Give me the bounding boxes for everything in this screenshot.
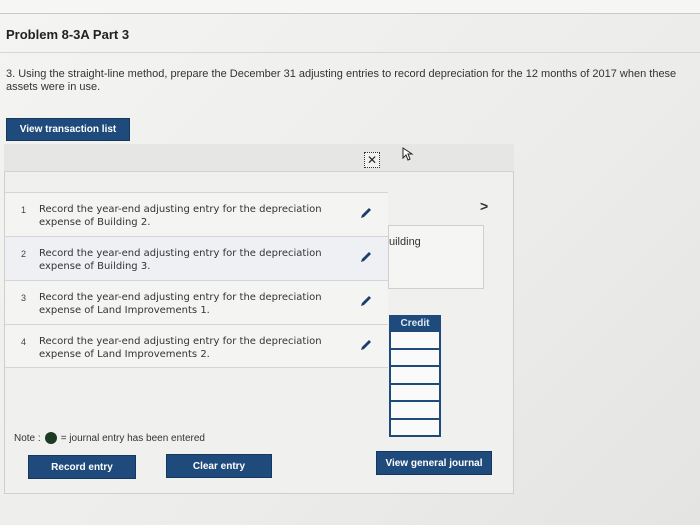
entry-number: 4: [21, 337, 27, 347]
mouse-cursor-icon: [402, 147, 414, 164]
note-prefix: Note :: [14, 432, 41, 444]
entered-dot-icon: [44, 432, 57, 444]
credit-input[interactable]: [389, 349, 441, 367]
entry-description: Record the year-end adjusting entry for …: [39, 336, 322, 360]
entry-description: Record the year-end adjusting entry for …: [39, 292, 322, 316]
credit-input[interactable]: [389, 402, 441, 420]
worksheet-header: [4, 144, 514, 172]
top-bar: [0, 0, 700, 14]
transaction-list: 1 Record the year-end adjusting entry fo…: [5, 192, 388, 368]
credit-column-header: Credit: [389, 315, 441, 332]
entry-number: 3: [21, 293, 27, 303]
list-item[interactable]: 1 Record the year-end adjusting entry fo…: [5, 192, 388, 236]
page-title: Problem 8-3A Part 3: [6, 27, 130, 42]
next-arrow-icon[interactable]: >: [480, 198, 488, 214]
account-panel: [388, 225, 484, 289]
credit-input[interactable]: [389, 384, 441, 402]
divider: [0, 52, 700, 53]
legend-note: Note : = journal entry has been entered: [14, 432, 205, 444]
credit-column: [389, 332, 441, 437]
view-general-journal-button[interactable]: View general journal: [376, 451, 492, 475]
list-item[interactable]: 3 Record the year-end adjusting entry fo…: [5, 280, 388, 324]
pencil-icon[interactable]: [359, 294, 373, 308]
pencil-icon[interactable]: [359, 206, 373, 220]
entry-number: 1: [21, 205, 27, 215]
close-icon[interactable]: ✕: [364, 152, 380, 168]
list-item[interactable]: 4 Record the year-end adjusting entry fo…: [5, 324, 388, 368]
pencil-icon[interactable]: [359, 338, 373, 352]
clear-entry-button[interactable]: Clear entry: [166, 454, 272, 478]
credit-input[interactable]: [389, 419, 441, 437]
entry-number: 2: [21, 249, 27, 259]
divider: [5, 367, 388, 368]
credit-input[interactable]: [389, 367, 441, 385]
entry-description: Record the year-end adjusting entry for …: [39, 248, 322, 272]
list-item[interactable]: 2 Record the year-end adjusting entry fo…: [5, 236, 388, 280]
record-entry-button[interactable]: Record entry: [28, 455, 136, 479]
pencil-icon[interactable]: [359, 250, 373, 264]
account-label: uilding: [389, 236, 421, 248]
note-text: = journal entry has been entered: [60, 432, 205, 444]
instructions-text: 3. Using the straight-line method, prepa…: [6, 68, 677, 93]
view-transaction-list-button[interactable]: View transaction list: [6, 118, 130, 141]
credit-input[interactable]: [389, 332, 441, 350]
entry-description: Record the year-end adjusting entry for …: [39, 204, 322, 228]
